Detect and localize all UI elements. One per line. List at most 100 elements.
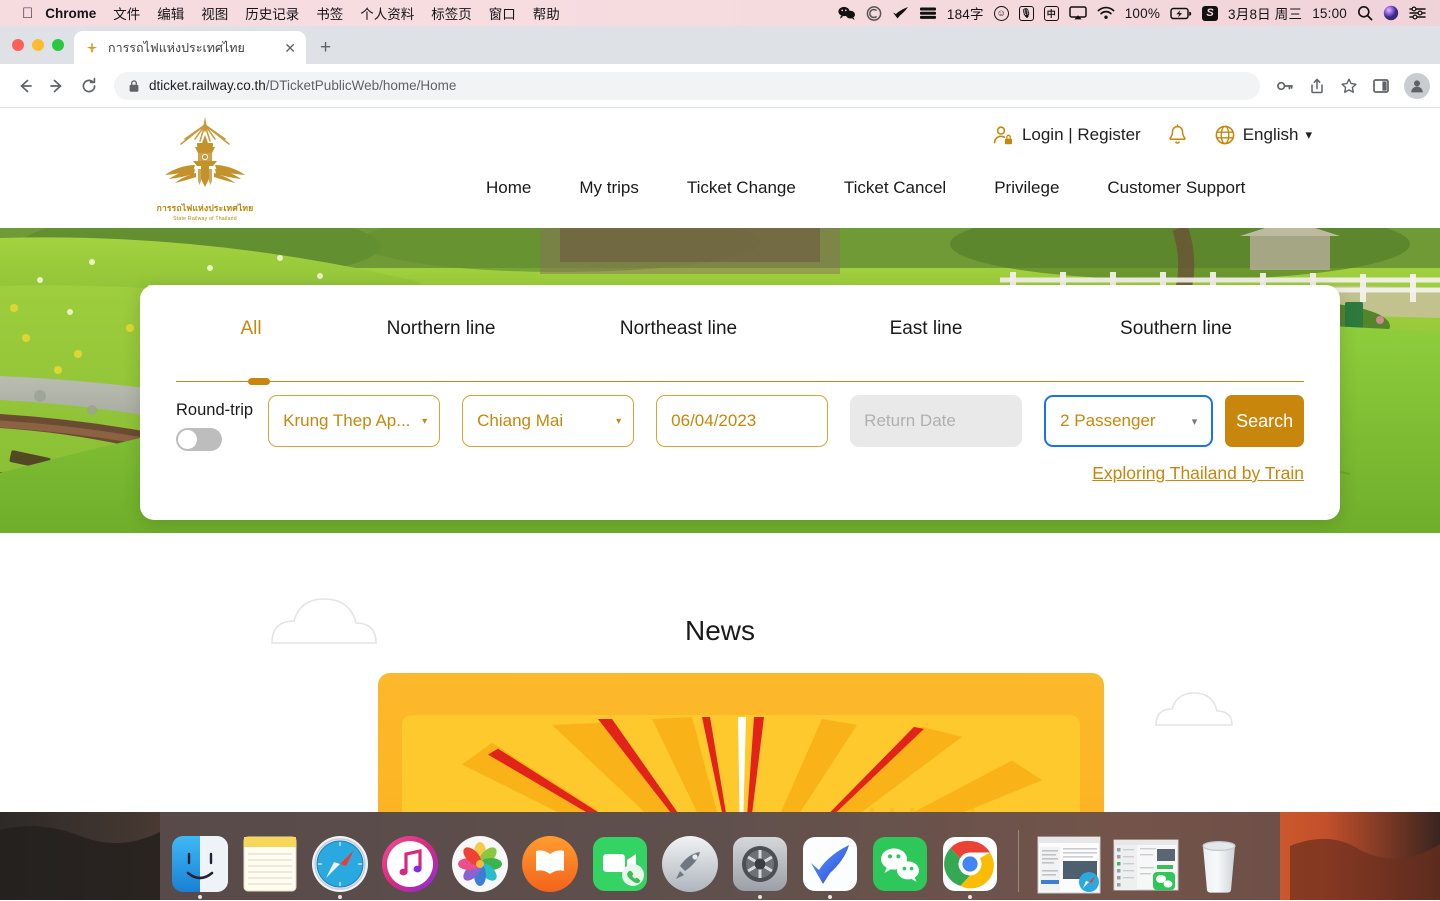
origin-station-select[interactable]: Krung Thep Ap... ▾ — [268, 395, 440, 447]
tabs-underline — [176, 381, 1304, 382]
menubar-app-name[interactable]: Chrome — [45, 6, 96, 21]
chevron-down-icon: ▾ — [616, 416, 621, 427]
menubar-item-view[interactable]: 视图 — [201, 3, 228, 23]
running-indicator — [828, 895, 832, 899]
siri-icon[interactable] — [1383, 5, 1399, 21]
chinese-ime-icon[interactable]: 中 — [1044, 6, 1059, 21]
search-button[interactable]: Search — [1225, 395, 1304, 447]
side-panel-icon[interactable] — [1366, 71, 1396, 101]
dock-system-preferences-icon[interactable] — [730, 834, 790, 894]
minimized-wechat-window[interactable] — [1113, 834, 1179, 894]
battery-percent-label: 100% — [1125, 6, 1160, 21]
menubar-item-window[interactable]: 窗口 — [489, 3, 516, 23]
wechat-status-icon[interactable] — [838, 6, 856, 20]
active-tab-indicator — [248, 378, 270, 385]
dock-finder-icon[interactable] — [170, 834, 230, 894]
nav-item-ticket-change[interactable]: Ticket Change — [663, 178, 820, 198]
dock-chrome-icon[interactable] — [940, 834, 1000, 894]
menubar-item-history[interactable]: 历史记录 — [245, 3, 299, 23]
destination-station-select[interactable]: Chiang Mai ▾ — [462, 395, 634, 447]
line-tab-southern[interactable]: Southern line — [1051, 318, 1301, 340]
wifi-icon[interactable] — [1097, 6, 1115, 20]
chevron-down-icon: ▾ — [422, 416, 427, 427]
spotlight-search-icon[interactable] — [1357, 5, 1373, 21]
key-icon[interactable] — [1270, 71, 1300, 101]
line-tab-all[interactable]: All — [176, 318, 326, 340]
mac-dock-area — [0, 812, 1440, 900]
language-selector[interactable]: English ▾ — [1214, 124, 1312, 146]
return-date-input[interactable]: Return Date — [850, 395, 1022, 447]
url-domain: dticket.railway.co.th — [149, 78, 266, 93]
bookmark-star-icon[interactable] — [1334, 71, 1364, 101]
destination-station-value: Chiang Mai — [477, 411, 609, 431]
chevron-down-icon: ▾ — [1192, 415, 1198, 428]
dock-notes-icon[interactable] — [240, 834, 300, 894]
menubar-item-bookmarks[interactable]: 书签 — [316, 3, 343, 23]
browser-tab[interactable]: การรถไฟแห่งประเทศไทย ✕ — [74, 31, 306, 64]
logo-thai-text: การรถไฟแห่งประเทศไทย — [157, 201, 254, 215]
passenger-count-select[interactable]: 2 Passenger ▾ — [1044, 395, 1213, 447]
emoji-icon[interactable]: ☺ — [994, 6, 1009, 21]
dock-launchpad-icon[interactable] — [660, 834, 720, 894]
keyboard-layers-icon[interactable] — [919, 6, 937, 20]
dock-wechat-icon[interactable] — [870, 834, 930, 894]
dock-facetime-icon[interactable] — [590, 834, 650, 894]
nav-item-home[interactable]: Home — [462, 178, 555, 198]
return-date-placeholder: Return Date — [864, 411, 956, 431]
notification-bell-icon[interactable] — [1167, 124, 1188, 146]
dock-bird-app-icon[interactable] — [800, 834, 860, 894]
language-label: English — [1243, 125, 1299, 145]
maximize-window-button[interactable] — [52, 39, 64, 51]
menubar-item-file[interactable]: 文件 — [113, 3, 140, 23]
line-tab-northern[interactable]: Northern line — [326, 318, 556, 340]
tab-close-icon[interactable]: ✕ — [284, 41, 296, 55]
depart-date-input[interactable]: 06/04/2023 — [656, 395, 828, 447]
nav-item-customer-support[interactable]: Customer Support — [1083, 178, 1269, 198]
login-register-link[interactable]: Login | Register — [992, 124, 1141, 146]
dock-safari-icon[interactable] — [310, 834, 370, 894]
dock-photos-icon[interactable] — [450, 834, 510, 894]
close-window-button[interactable] — [12, 39, 24, 51]
nav-item-ticket-cancel[interactable]: Ticket Cancel — [820, 178, 970, 198]
main-navigation: Home My trips Ticket Change Ticket Cance… — [462, 178, 1269, 198]
explore-thailand-link[interactable]: Exploring Thailand by Train — [1092, 463, 1304, 484]
toggle-knob — [178, 430, 197, 449]
back-arrow-icon[interactable] — [10, 71, 40, 101]
forward-arrow-icon[interactable] — [42, 71, 72, 101]
site-header: การรถไฟแห่งประเทศไทย State Railway of Th… — [0, 108, 1440, 228]
line-tab-east[interactable]: East line — [801, 318, 1051, 340]
reload-icon[interactable] — [74, 71, 104, 101]
menubar-item-edit[interactable]: 编辑 — [157, 3, 184, 23]
toolbar-actions — [1270, 71, 1430, 101]
mic-icon[interactable]: 🎙 — [1019, 6, 1034, 21]
address-bar[interactable]: dticket.railway.co.th/DTicketPublicWeb/h… — [114, 72, 1260, 100]
chrome-window: การรถไฟแห่งประเทศไทย ✕ + dticket.railway… — [0, 26, 1440, 900]
adobe-cc-status-icon[interactable] — [866, 6, 882, 21]
roundtrip-toggle[interactable] — [176, 428, 222, 451]
menubar-item-profile[interactable]: 个人资料 — [360, 3, 414, 23]
menubar-item-tabs[interactable]: 标签页 — [431, 3, 472, 23]
chevron-down-icon: ▾ — [1305, 127, 1312, 143]
nav-item-privilege[interactable]: Privilege — [970, 178, 1083, 198]
nav-item-my-trips[interactable]: My trips — [555, 178, 663, 198]
profile-avatar-icon[interactable] — [1404, 73, 1430, 99]
srt-emblem-icon — [157, 113, 253, 201]
line-tab-northeast[interactable]: Northeast line — [556, 318, 801, 340]
minimized-safari-window[interactable] — [1037, 834, 1103, 894]
control-center-icon[interactable] — [1409, 6, 1426, 20]
srt-logo[interactable]: การรถไฟแห่งประเทศไทย State Railway of Th… — [150, 108, 260, 226]
menubar-item-help[interactable]: 帮助 — [533, 3, 560, 23]
dock-books-icon[interactable] — [520, 834, 580, 894]
battery-charging-icon[interactable] — [1170, 7, 1192, 20]
airplay-icon[interactable] — [1069, 6, 1087, 20]
minimize-window-button[interactable] — [32, 39, 44, 51]
bird-status-icon[interactable] — [892, 6, 909, 20]
globe-icon — [1214, 124, 1236, 146]
roundtrip-toggle-group: Round-trip — [176, 395, 268, 451]
dock-trash-icon[interactable] — [1189, 834, 1249, 894]
share-icon[interactable] — [1302, 71, 1332, 101]
sogou-icon[interactable]: S — [1202, 6, 1218, 21]
apple-logo-icon[interactable]:  — [22, 6, 33, 21]
new-tab-button[interactable]: + — [320, 37, 331, 59]
dock-itunes-icon[interactable] — [380, 834, 440, 894]
